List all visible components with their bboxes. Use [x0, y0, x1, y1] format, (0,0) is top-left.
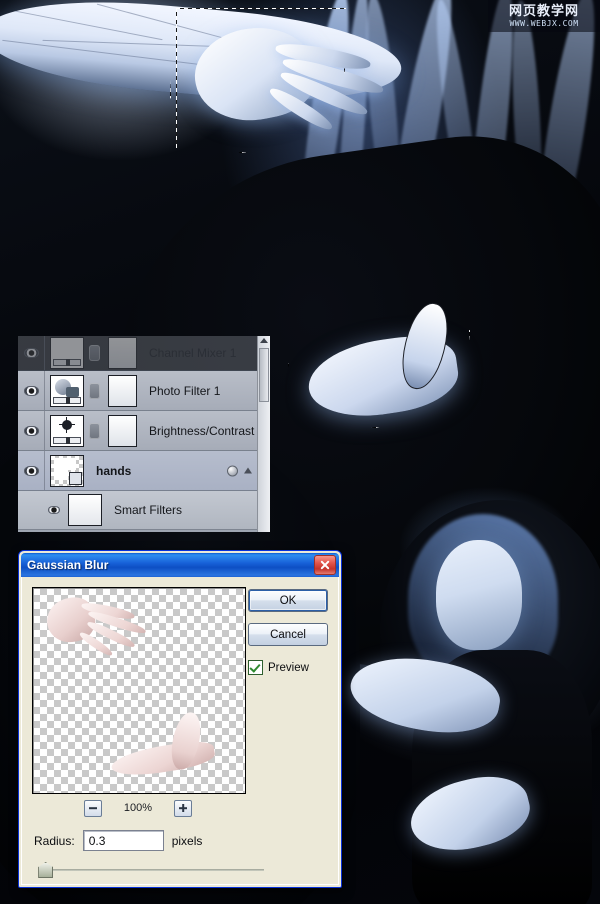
layer-row-channel-mixer[interactable]: Channel Mixer 1 — [18, 336, 270, 371]
dialog-title: Gaussian Blur — [27, 558, 109, 572]
eye-icon[interactable] — [23, 348, 39, 358]
screenshot-root: 网页教学网 WWW.WEBJX.COM Channel Mixer 1 Phot… — [0, 0, 600, 904]
layer-name[interactable]: Photo Filter 1 — [149, 384, 220, 398]
close-icon[interactable] — [314, 555, 336, 575]
scroll-up-icon[interactable] — [260, 338, 268, 343]
preview-checkbox-row[interactable]: Preview — [248, 660, 326, 675]
zoom-in-button[interactable] — [174, 799, 193, 817]
layer-row-icons — [227, 465, 252, 476]
scrollbar-thumb[interactable] — [259, 348, 269, 402]
preview-hand-upper — [43, 594, 175, 658]
smart-object-icon[interactable] — [227, 465, 238, 476]
preview-label: Preview — [268, 661, 309, 674]
layer-thumbnail[interactable] — [50, 454, 84, 487]
eye-icon[interactable] — [23, 465, 39, 476]
radius-units: pixels — [171, 833, 203, 848]
link-icon[interactable] — [89, 345, 100, 361]
dialog-body: 100% OK Cancel Preview Radius: 0.3 pixel… — [21, 577, 339, 885]
preview-thumbnail[interactable] — [32, 587, 246, 794]
woman-figure — [345, 500, 600, 904]
watermark-chinese: 网页教学网 — [508, 3, 579, 19]
layer-visibility-toggle[interactable] — [18, 371, 45, 410]
gaussian-blur-dialog[interactable]: Gaussian Blur 100% OK Cancel Preview Rad… — [18, 550, 342, 888]
layer-mask-thumbnail[interactable] — [108, 374, 137, 407]
preview-zoom-controls[interactable]: 100% — [32, 798, 244, 818]
layer-visibility-toggle[interactable] — [18, 336, 45, 370]
watermark: 网页教学网 WWW.WEBJX.COM — [488, 0, 600, 32]
eye-icon[interactable] — [23, 385, 39, 396]
radius-control: Radius: 0.3 pixels — [34, 830, 202, 851]
preview-hand-lower — [109, 709, 229, 784]
link-icon[interactable] — [89, 422, 100, 439]
zoom-level: 100% — [123, 802, 153, 814]
layer-name[interactable]: hands — [96, 464, 131, 478]
layer-thumbnail[interactable] — [50, 414, 84, 447]
layer-row-gaussian-blur[interactable]: Gaussian Blur — [18, 530, 270, 532]
smart-filter-mask-thumbnail[interactable] — [68, 494, 102, 526]
upper-hand — [185, 16, 400, 157]
layer-visibility-toggle[interactable] — [18, 411, 45, 450]
layer-mask-thumbnail[interactable] — [108, 414, 137, 447]
dialog-actions: OK Cancel Preview — [248, 589, 328, 675]
layer-row-hands[interactable]: hands — [18, 451, 270, 491]
radius-label: Radius: — [34, 833, 75, 848]
layer-name[interactable]: Smart Filters — [114, 503, 182, 517]
layer-row-brightness-contrast[interactable]: Brightness/Contrast 1 — [18, 411, 270, 451]
slider-track[interactable] — [42, 869, 264, 871]
layer-row-smart-filters[interactable]: Smart Filters — [18, 491, 270, 530]
layer-visibility-toggle[interactable] — [18, 451, 45, 490]
radius-input[interactable]: 0.3 — [82, 830, 164, 851]
layer-name[interactable]: Channel Mixer 1 — [149, 346, 236, 360]
cancel-button[interactable]: Cancel — [248, 623, 328, 646]
radius-slider[interactable] — [36, 861, 264, 878]
layers-scrollbar[interactable] — [257, 336, 270, 532]
layers-panel[interactable]: Channel Mixer 1 Photo Filter 1 Brightnes… — [18, 336, 270, 532]
preview-checkbox[interactable] — [248, 660, 263, 675]
layer-thumbnail[interactable] — [50, 374, 84, 407]
eye-icon[interactable] — [23, 425, 39, 436]
layer-thumbnail[interactable] — [50, 337, 84, 369]
layer-mask-thumbnail[interactable] — [108, 337, 137, 369]
layer-row-photo-filter[interactable]: Photo Filter 1 — [18, 371, 270, 411]
link-icon[interactable] — [89, 382, 100, 399]
eye-icon[interactable] — [48, 506, 60, 514]
watermark-url: WWW.WEBJX.COM — [509, 18, 579, 28]
expand-filters-icon[interactable] — [244, 467, 252, 474]
layer-name[interactable]: Brightness/Contrast 1 — [149, 424, 264, 438]
slider-thumb[interactable] — [38, 862, 54, 878]
middle-hand — [280, 298, 480, 430]
zoom-out-button[interactable] — [83, 799, 102, 817]
dialog-titlebar[interactable]: Gaussian Blur — [21, 553, 339, 577]
ok-button[interactable]: OK — [248, 589, 328, 612]
